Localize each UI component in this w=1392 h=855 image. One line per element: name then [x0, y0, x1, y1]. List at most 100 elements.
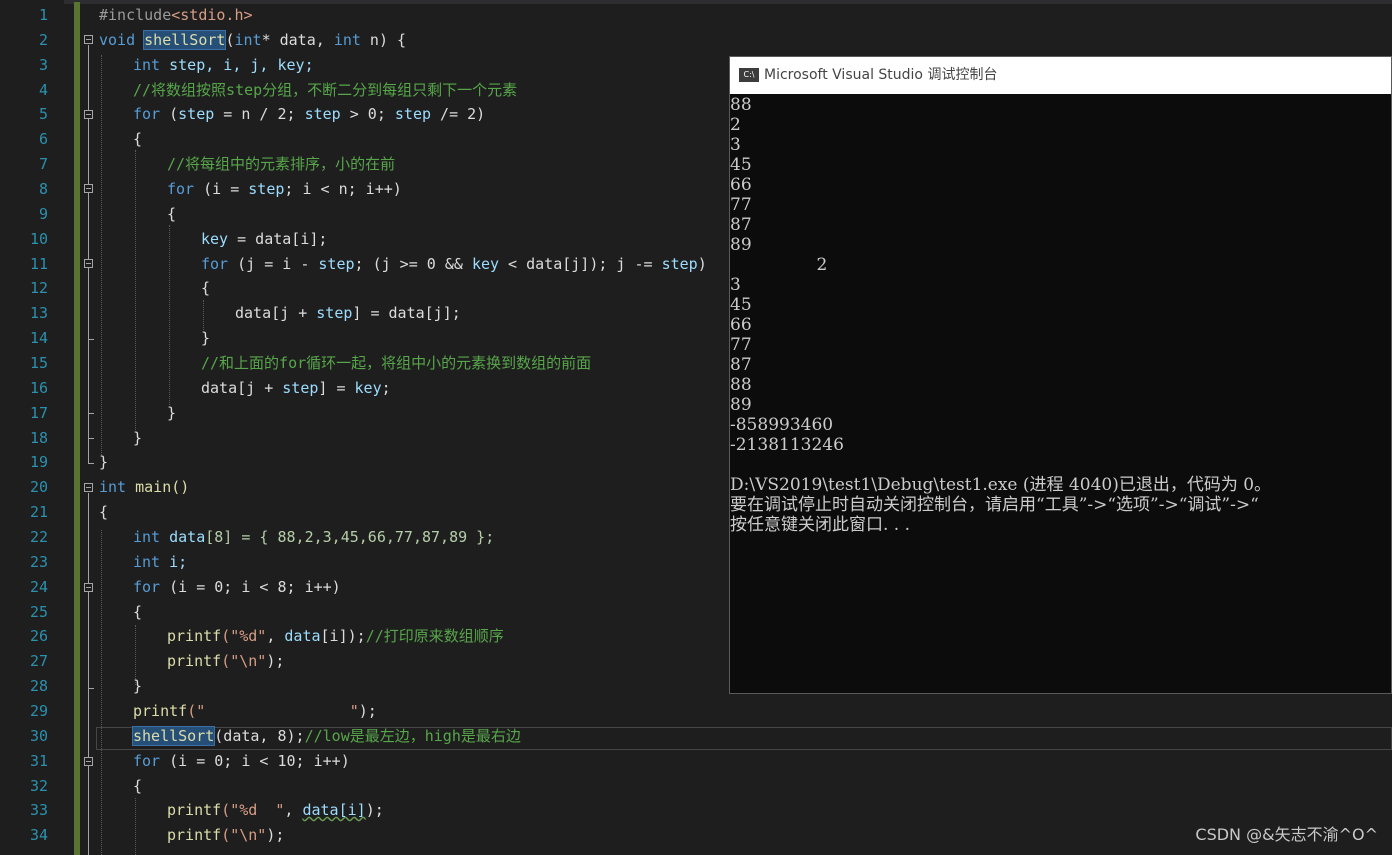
variable: i; [160, 553, 188, 571]
line-number: 6 [38, 130, 48, 148]
console-exit-message: D:\VS2019\test1\Debug\test1.exe (进程 4040… [730, 475, 1272, 495]
line-number: 9 [38, 205, 48, 223]
code-line-17[interactable]: } [167, 401, 176, 426]
function-name-highlight: shellSort [143, 30, 227, 50]
code-line-13[interactable]: data[j + step] = data[j]; [235, 301, 461, 326]
console-output-line: 3 [730, 275, 741, 295]
code-line-27[interactable]: printf("\n"); [167, 649, 284, 674]
code-line-31[interactable]: for (i = 0; i < 10; i++) [133, 749, 350, 774]
console-output-line: 45 [730, 155, 752, 175]
keyword: for [133, 105, 161, 123]
code-line-28[interactable]: } [133, 674, 142, 699]
code-text: n) { [360, 31, 407, 49]
code-line-33[interactable]: printf("%d ", data[i]); [167, 798, 384, 823]
code-text: data[j + [235, 304, 317, 322]
code-line-14[interactable]: } [201, 326, 210, 351]
string-literal: ("%d " [221, 801, 285, 819]
code-line-22[interactable]: int data[8] = { 88,2,3,45,66,77,87,89 }; [133, 525, 494, 550]
fold-toggle[interactable] [84, 583, 93, 592]
fold-toggle[interactable] [84, 259, 93, 268]
code-line-20[interactable]: int main() [99, 475, 189, 500]
line-number: 21 [29, 503, 48, 521]
line-number: 5 [38, 105, 48, 123]
code-line-10[interactable]: key = data[i]; [201, 227, 327, 252]
code-text: { [167, 205, 177, 223]
code-line-6[interactable]: { [133, 127, 142, 152]
code-line-16[interactable]: data[j + step] = key; [201, 376, 391, 401]
code-text: (j = i - [228, 255, 319, 273]
code-text: } [201, 329, 211, 347]
line-number: 34 [29, 826, 48, 844]
code-line-7[interactable]: //将每组中的元素排序，小的在前 [167, 152, 395, 177]
code-line-1[interactable]: #include<stdio.h> [99, 3, 253, 28]
code-line-30[interactable]: shellSort(data, 8);//low是最左边，high是最右边 [131, 724, 521, 749]
code-line-15[interactable]: //和上面的for循环一起，将组中小的元素换到数组的前面 [201, 351, 591, 376]
code-text: [i]); [320, 627, 366, 645]
code-line-32[interactable]: { [133, 774, 142, 799]
code-comment: //将数组按照step分组，不断二分到每组只剩下一个元素 [133, 81, 518, 99]
fold-toggle[interactable] [84, 757, 93, 766]
code-text: (i = 0; i < 10; i++) [160, 752, 350, 770]
code-text: (data, 8); [214, 727, 305, 745]
variable: step [282, 379, 319, 397]
code-comment: //打印原来数组顺序 [365, 627, 504, 645]
console-hint-message: 要在调试停止时自动关闭控制台，请启用“工具”->“选项”->“调试”->“ [730, 495, 1259, 515]
line-number: 13 [29, 304, 48, 322]
console-output-line: 89 [730, 235, 752, 255]
code-comment: //将每组中的元素排序，小的在前 [167, 155, 396, 173]
code-line-5[interactable]: for (step = n / 2; step > 0; step /= 2) [133, 102, 485, 127]
debug-console-window[interactable]: C:\ Microsoft Visual Studio 调试控制台 88 2 3… [729, 56, 1392, 694]
code-text: (i = 0; i < 8; i++) [160, 578, 341, 596]
string-literal: (" " [187, 702, 359, 720]
fold-toggle[interactable] [84, 184, 93, 193]
line-number: 8 [38, 180, 48, 198]
variable: data [284, 627, 321, 645]
code-line-18[interactable]: } [133, 426, 142, 451]
variable: step [248, 180, 285, 198]
fold-toggle[interactable] [84, 483, 93, 492]
line-number: 4 [38, 81, 48, 99]
code-line-19[interactable]: } [99, 450, 108, 475]
fold-toggle[interactable] [84, 110, 93, 119]
console-output-line: 2 [730, 115, 741, 135]
code-line-2[interactable]: void shellSort(int* data, int n) { [99, 28, 406, 53]
code-line-23[interactable]: int i; [133, 550, 187, 575]
console-output-line: 2 [730, 255, 828, 275]
line-number: 31 [29, 752, 48, 770]
code-line-25[interactable]: { [133, 600, 142, 625]
line-number: 2 [38, 31, 48, 49]
code-line-12[interactable]: { [201, 276, 210, 301]
keyword: int [99, 478, 127, 496]
indent-guide [135, 150, 136, 430]
fold-outline [88, 45, 89, 463]
code-line-24[interactable]: for (i = 0; i < 8; i++) [133, 575, 341, 600]
change-tracking-bar [74, 2, 80, 855]
fold-outline-end [88, 688, 94, 689]
code-text: = data[i]; [228, 230, 328, 248]
code-line-11[interactable]: for (j = i - step; (j >= 0 && key < data… [201, 252, 707, 277]
code-line-26[interactable]: printf("%d", data[i]);//打印原来数组顺序 [167, 624, 504, 649]
code-line-8[interactable]: for (i = step; i < n; i++) [167, 177, 402, 202]
console-titlebar[interactable]: C:\ Microsoft Visual Studio 调试控制台 [730, 57, 1391, 94]
code-text: = n / 2; [214, 105, 305, 123]
fold-outline-end [88, 339, 94, 340]
line-number-gutter: 1 2 3 4 5 6 7 8 9 10 11 12 13 14 15 16 1… [0, 0, 64, 855]
console-output-line: 66 [730, 175, 752, 195]
code-text: /= 2) [431, 105, 486, 123]
line-number: 26 [29, 627, 48, 645]
code-text: * data, [261, 31, 334, 49]
code-text: ); [358, 702, 377, 720]
code-line-34[interactable]: printf("\n"); [167, 823, 284, 848]
fold-toggle[interactable] [84, 35, 93, 44]
code-line-4[interactable]: //将数组按照step分组，不断二分到每组只剩下一个元素 [133, 78, 517, 103]
string-literal: ("\n" [221, 826, 267, 844]
fold-outline-end [88, 438, 94, 439]
code-text: [8] = { 88,2,3,45,66,77,87,89 }; [205, 528, 495, 546]
code-line-9[interactable]: { [167, 202, 176, 227]
code-line-29[interactable]: printf(" "); [133, 699, 377, 724]
line-number: 17 [29, 404, 48, 422]
variable: data [160, 528, 206, 546]
code-line-21[interactable]: { [99, 500, 108, 525]
code-line-3[interactable]: int step, i, j, key; [133, 53, 314, 78]
function-name: printf [167, 627, 222, 645]
